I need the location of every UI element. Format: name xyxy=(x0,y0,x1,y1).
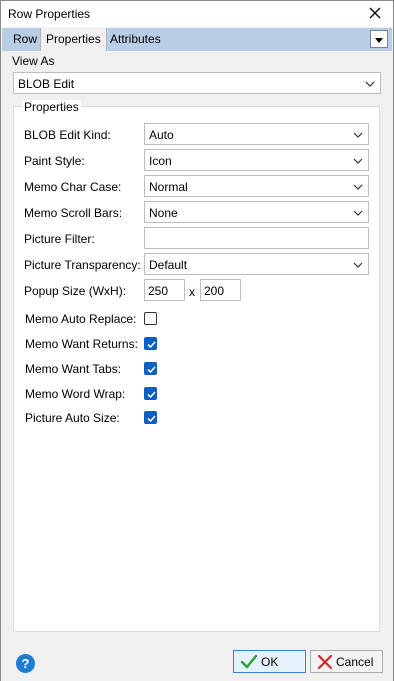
picture-transparency-value: Default xyxy=(149,258,188,272)
tab-bar: Row Properties Attributes xyxy=(2,28,392,51)
triangle-down-icon xyxy=(375,32,383,46)
popup-width-value: 250 xyxy=(148,284,169,298)
blob-edit-kind-label: BLOB Edit Kind: xyxy=(24,128,111,142)
cancel-x-icon xyxy=(317,654,333,670)
ok-button-label: OK xyxy=(261,654,279,669)
cancel-button[interactable]: Cancel xyxy=(310,650,383,673)
checkmark-icon xyxy=(147,341,156,349)
picture-transparency-select[interactable]: Default xyxy=(144,253,369,275)
view-as-label: View As xyxy=(12,54,55,68)
checkmark-icon xyxy=(147,366,156,374)
popup-height-value: 200 xyxy=(204,284,225,298)
tab-attributes[interactable]: Attributes xyxy=(105,28,166,51)
chevron-down-icon xyxy=(353,207,363,217)
close-button[interactable] xyxy=(363,3,387,25)
memo-word-wrap-label: Memo Word Wrap: xyxy=(25,387,126,401)
chevron-down-icon xyxy=(353,155,363,165)
memo-char-case-label: Memo Char Case: xyxy=(24,180,122,194)
view-as-select[interactable]: BLOB Edit xyxy=(13,72,381,94)
help-icon[interactable]: ? xyxy=(16,654,35,673)
window-title: Row Properties xyxy=(8,7,91,21)
popup-height-input[interactable]: 200 xyxy=(200,279,241,301)
checkmark-icon xyxy=(147,415,156,423)
paint-style-select[interactable]: Icon xyxy=(144,149,369,171)
tab-row[interactable]: Row xyxy=(8,28,42,51)
properties-group-title: Properties xyxy=(22,100,81,114)
memo-char-case-value: Normal xyxy=(149,180,188,194)
memo-want-tabs-checkbox[interactable] xyxy=(144,362,157,375)
paint-style-label: Paint Style: xyxy=(24,154,85,168)
chevron-down-icon xyxy=(365,78,375,88)
picture-filter-input[interactable] xyxy=(144,227,369,249)
memo-scroll-bars-value: None xyxy=(149,206,178,220)
picture-auto-size-label: Picture Auto Size: xyxy=(25,411,120,425)
tab-list-dropdown-button[interactable] xyxy=(370,30,388,48)
checkmark-icon xyxy=(147,391,156,399)
paint-style-value: Icon xyxy=(149,154,172,168)
chevron-down-icon xyxy=(353,181,363,191)
close-icon xyxy=(369,7,381,22)
memo-auto-replace-checkbox[interactable] xyxy=(144,312,157,325)
view-as-value: BLOB Edit xyxy=(18,77,75,91)
title-bar: Row Properties xyxy=(1,1,393,27)
picture-transparency-label: Picture Transparency: xyxy=(24,258,141,272)
blob-edit-kind-value: Auto xyxy=(149,128,174,142)
cancel-button-label: Cancel xyxy=(336,654,374,669)
memo-scroll-bars-select[interactable]: None xyxy=(144,201,369,223)
popup-width-input[interactable]: 250 xyxy=(144,279,185,301)
memo-char-case-select[interactable]: Normal xyxy=(144,175,369,197)
checkmark-icon xyxy=(240,654,258,670)
chevron-down-icon xyxy=(353,129,363,139)
blob-edit-kind-select[interactable]: Auto xyxy=(144,123,369,145)
chevron-down-icon xyxy=(353,259,363,269)
ok-button[interactable]: OK xyxy=(233,650,306,673)
picture-filter-label: Picture Filter: xyxy=(24,232,95,246)
memo-want-returns-label: Memo Want Returns: xyxy=(25,337,138,351)
popup-size-separator: x xyxy=(189,285,195,299)
memo-want-returns-checkbox[interactable] xyxy=(144,337,157,350)
popup-size-label: Popup Size (WxH): xyxy=(24,284,127,298)
tab-properties[interactable]: Properties xyxy=(40,28,107,51)
memo-word-wrap-checkbox[interactable] xyxy=(144,387,157,400)
row-properties-dialog: Row Properties Row Properties Attributes… xyxy=(0,0,394,681)
help-icon-glyph: ? xyxy=(21,656,30,671)
memo-auto-replace-label: Memo Auto Replace: xyxy=(25,312,137,326)
picture-auto-size-checkbox[interactable] xyxy=(144,411,157,424)
memo-want-tabs-label: Memo Want Tabs: xyxy=(25,362,122,376)
memo-scroll-bars-label: Memo Scroll Bars: xyxy=(24,206,123,220)
